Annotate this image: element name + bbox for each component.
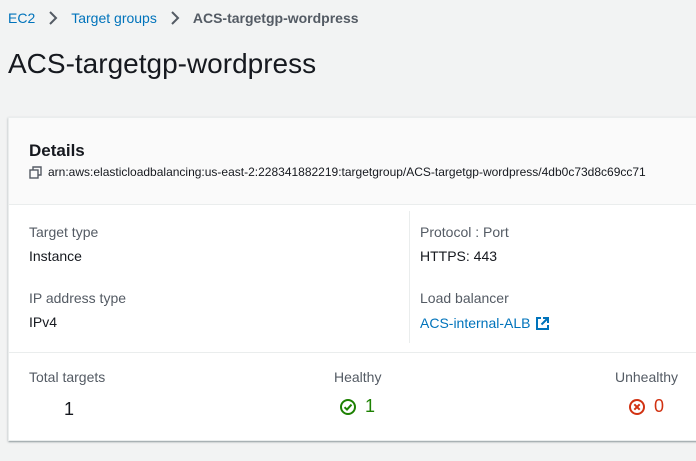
protocol-port-label: Protocol : Port xyxy=(420,224,509,240)
total-targets-label: Total targets xyxy=(29,369,106,385)
arn-row: arn:aws:elasticloadbalancing:us-east-2:2… xyxy=(29,165,646,179)
load-balancer-link[interactable]: ACS-internal-ALB xyxy=(420,315,550,331)
healthy-value: 1 xyxy=(365,396,376,416)
copy-icon[interactable] xyxy=(29,165,42,179)
ip-address-type-label: IP address type xyxy=(29,290,127,306)
breadcrumb: EC2 Target groups ACS-targetgp-wordpress xyxy=(8,9,359,27)
load-balancer-link-text: ACS-internal-ALB xyxy=(420,315,531,331)
details-header: Details arn:aws:elasticloadbalancing:us-… xyxy=(9,118,696,205)
target-type-value: Instance xyxy=(29,248,82,264)
unhealthy-count[interactable]: 0 xyxy=(628,396,664,417)
check-circle-icon xyxy=(339,398,357,416)
target-type-label: Target type xyxy=(29,224,99,240)
unhealthy-value: 0 xyxy=(654,396,665,416)
ip-address-type-value: IPv4 xyxy=(29,314,58,330)
breadcrumb-ec2-link[interactable]: EC2 xyxy=(8,10,35,26)
x-circle-icon xyxy=(628,398,646,416)
details-panel: Details arn:aws:elasticloadbalancing:us-… xyxy=(8,117,696,441)
external-link-icon xyxy=(535,316,550,331)
column-divider xyxy=(409,211,410,343)
details-title: Details xyxy=(29,141,85,160)
healthy-count[interactable]: 1 xyxy=(339,396,375,417)
unhealthy-label: Unhealthy xyxy=(615,369,679,385)
protocol-port-value: HTTPS: 443 xyxy=(420,248,498,264)
load-balancer-label: Load balancer xyxy=(420,290,509,306)
chevron-right-icon xyxy=(44,9,62,27)
breadcrumb-current: ACS-targetgp-wordpress xyxy=(192,10,359,26)
arn-text: arn:aws:elasticloadbalancing:us-east-2:2… xyxy=(48,165,646,179)
section-divider xyxy=(9,352,696,353)
healthy-label: Healthy xyxy=(334,369,382,385)
total-targets-value: 1 xyxy=(64,399,75,419)
page-title: ACS-targetgp-wordpress xyxy=(8,48,317,79)
breadcrumb-target-groups-link[interactable]: Target groups xyxy=(71,10,157,26)
chevron-right-icon xyxy=(166,9,184,27)
